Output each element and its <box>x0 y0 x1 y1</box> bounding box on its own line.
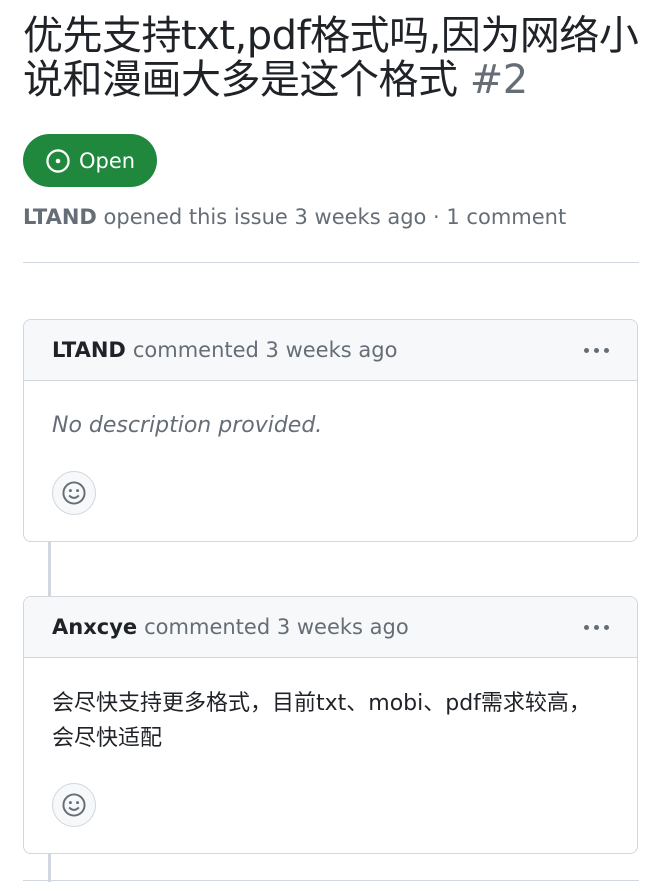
timeline-connector <box>48 541 51 597</box>
comment-header: Anxcye commented 3 weeks ago <box>24 597 637 658</box>
issue-meta-text: opened this issue 3 weeks ago · 1 commen… <box>103 205 567 229</box>
comment-card: Anxcye commented 3 weeks ago 会尽快支持更多格式，目… <box>23 596 638 854</box>
comment-options-button[interactable] <box>584 347 609 353</box>
add-reaction-button[interactable] <box>52 783 96 827</box>
add-reaction-button[interactable] <box>52 471 96 515</box>
smiley-icon <box>62 481 86 505</box>
issue-title-text: 优先支持txt,pdf格式吗,因为网络小说和漫画大多是这个格式 <box>23 13 639 103</box>
comment-options-button[interactable] <box>584 624 609 630</box>
comment-header: LTAND commented 3 weeks ago <box>24 320 637 381</box>
comment-text: 会尽快支持更多格式，目前txt、mobi、pdf需求较高，会尽快适配 <box>52 691 591 751</box>
issue-title: 优先支持txt,pdf格式吗,因为网络小说和漫画大多是这个格式 #2 <box>23 14 648 102</box>
issue-state-label: Open <box>78 148 136 173</box>
comment-text: No description provided. <box>52 413 323 438</box>
comment-author[interactable]: LTAND <box>52 338 126 362</box>
issue-opened-icon <box>46 148 70 173</box>
smiley-icon <box>62 793 86 817</box>
issue-meta: LTAND opened this issue 3 weeks ago · 1 … <box>23 205 566 229</box>
issue-opener[interactable]: LTAND <box>23 205 97 229</box>
footer-divider <box>23 880 639 881</box>
comment-timestamp: commented 3 weeks ago <box>132 338 398 362</box>
comment-card: LTAND commented 3 weeks ago No descripti… <box>23 319 638 542</box>
issue-number: #2 <box>469 57 528 103</box>
comment-body: No description provided. <box>24 381 637 443</box>
comment-author[interactable]: Anxcye <box>52 615 137 639</box>
timeline-connector <box>48 853 51 882</box>
header-divider <box>23 262 639 263</box>
comment-timestamp: commented 3 weeks ago <box>144 615 409 639</box>
comment-body: 会尽快支持更多格式，目前txt、mobi、pdf需求较高，会尽快适配 <box>24 658 637 756</box>
issue-state-badge: Open <box>23 134 157 187</box>
